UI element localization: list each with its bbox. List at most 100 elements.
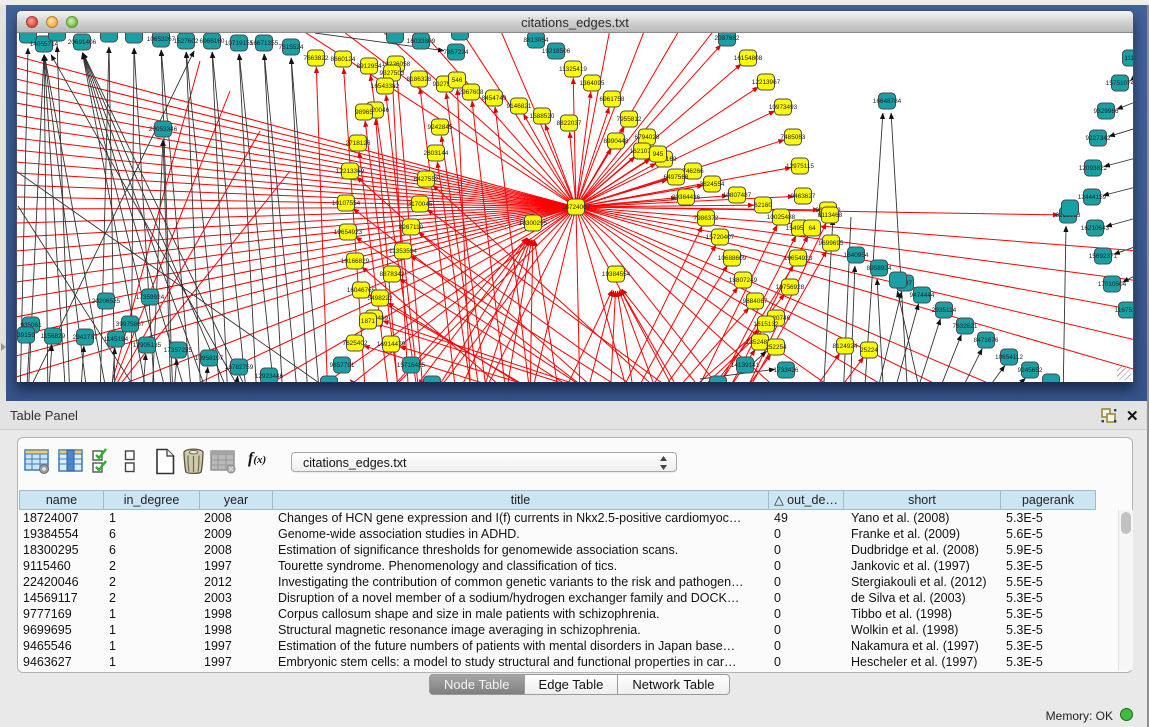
svg-text:16914479: 16914479 <box>377 341 406 348</box>
svg-text:1145194: 1145194 <box>104 336 129 343</box>
svg-text:39975867: 39975867 <box>116 321 145 328</box>
svg-text:2803144: 2803144 <box>424 150 449 157</box>
svg-text:12444159: 12444159 <box>1078 194 1107 201</box>
svg-text:1364095: 1364095 <box>580 80 605 87</box>
svg-text:3824554: 3824554 <box>700 181 725 188</box>
svg-text:20206535: 20206535 <box>92 298 121 305</box>
svg-text:252254: 252254 <box>765 344 787 351</box>
svg-text:11325419: 11325419 <box>559 66 587 73</box>
svg-text:8990448: 8990448 <box>604 138 629 145</box>
svg-text:16154808: 16154808 <box>734 55 763 62</box>
svg-text:16543382: 16543382 <box>371 83 400 90</box>
svg-text:8958924: 8958924 <box>867 265 892 272</box>
svg-text:10653267: 10653267 <box>147 36 176 43</box>
svg-text:9857791: 9857791 <box>330 362 355 369</box>
svg-text:9699695: 9699695 <box>819 240 844 247</box>
svg-text:12975115: 12975115 <box>786 163 814 170</box>
svg-text:14055714: 14055714 <box>30 41 59 48</box>
svg-text:15692371: 15692371 <box>1089 253 1118 260</box>
svg-text:7625402: 7625402 <box>343 340 368 347</box>
svg-text:19654923: 19654923 <box>784 255 813 262</box>
svg-text:19756928: 19756928 <box>776 284 805 291</box>
svg-text:9327503: 9327503 <box>380 70 405 77</box>
svg-text:16648784: 16648784 <box>873 98 902 105</box>
svg-text:9474444: 9474444 <box>910 292 935 299</box>
svg-text:9242845: 9242845 <box>428 124 453 131</box>
svg-text:15716485: 15716485 <box>397 362 426 369</box>
svg-text:7955812: 7955812 <box>617 116 642 123</box>
svg-text:18724007: 18724007 <box>562 204 591 211</box>
svg-text:1871: 1871 <box>361 318 376 325</box>
svg-text:9146821: 9146821 <box>507 103 532 110</box>
svg-text:10654112: 10654112 <box>995 354 1023 361</box>
svg-text:6497568: 6497568 <box>664 174 689 181</box>
svg-text:8124924: 8124924 <box>833 343 858 350</box>
svg-text:10807487: 10807487 <box>723 192 752 199</box>
svg-text:19166829: 19166829 <box>341 258 370 265</box>
svg-text:17359924: 17359924 <box>136 294 165 301</box>
svg-text:9884067: 9884067 <box>743 298 768 305</box>
svg-text:18300295: 18300295 <box>519 220 548 227</box>
svg-text:20691406: 20691406 <box>68 39 97 46</box>
svg-text:16210643: 16210643 <box>1081 225 1110 232</box>
svg-text:19218506: 19218506 <box>542 48 571 55</box>
svg-text:2942737: 2942737 <box>73 334 98 341</box>
svg-text:12213369: 12213369 <box>336 168 365 175</box>
svg-text:7632621: 7632621 <box>953 323 978 330</box>
svg-text:62160: 62160 <box>754 202 772 209</box>
svg-text:15720407: 15720407 <box>706 234 735 241</box>
svg-text:3170045: 3170045 <box>408 201 433 208</box>
svg-text:8454749: 8454749 <box>482 95 507 102</box>
svg-text:6966160: 6966160 <box>200 38 225 45</box>
svg-text:15751074: 15751074 <box>1106 80 1133 87</box>
svg-text:7515524: 7515524 <box>279 44 304 51</box>
svg-text:8813054: 8813054 <box>524 37 549 44</box>
svg-text:19654923: 19654923 <box>334 229 363 236</box>
svg-text:64: 64 <box>808 225 816 232</box>
svg-text:20364436: 20364436 <box>672 194 701 201</box>
svg-text:9463627: 9463627 <box>791 193 816 200</box>
svg-text:8822037: 8822037 <box>557 120 582 127</box>
svg-text:8113468: 8113468 <box>818 212 843 219</box>
svg-text:1733426: 1733426 <box>774 367 799 374</box>
svg-text:8186328: 8186328 <box>407 76 432 83</box>
svg-text:20053346: 20053346 <box>149 126 178 133</box>
svg-text:7857224: 7857224 <box>444 49 469 56</box>
svg-text:16782759: 16782759 <box>225 364 254 371</box>
svg-text:10025488: 10025488 <box>767 214 796 221</box>
svg-text:8267110: 8267110 <box>399 224 424 231</box>
svg-text:16671355: 16671355 <box>250 40 279 47</box>
svg-text:1588520: 1588520 <box>530 113 555 120</box>
svg-text:2087682: 2087682 <box>715 35 740 42</box>
svg-text:1527602: 1527602 <box>174 38 199 45</box>
svg-text:19384554: 19384554 <box>602 271 631 278</box>
svg-text:7663822: 7663822 <box>304 55 329 62</box>
svg-text:7485063: 7485063 <box>781 134 806 141</box>
svg-text:12923446: 12923446 <box>255 373 284 380</box>
svg-text:12213967: 12213967 <box>752 79 781 86</box>
svg-text:8427552: 8427552 <box>414 176 439 183</box>
svg-text:1640954: 1640954 <box>844 252 869 259</box>
svg-text:546: 546 <box>452 77 463 84</box>
svg-text:6961758: 6961758 <box>600 96 625 103</box>
svg-text:8471676: 8471676 <box>974 337 999 344</box>
svg-text:98965: 98965 <box>355 109 373 116</box>
svg-text:10958107: 10958107 <box>195 355 224 362</box>
svg-text:1615132: 1615132 <box>754 321 779 328</box>
svg-text:1167534: 1167534 <box>1115 307 1133 314</box>
svg-text:8878342: 8878342 <box>380 271 405 278</box>
svg-text:17010504: 17010504 <box>1098 281 1127 288</box>
svg-text:11353594: 11353594 <box>389 248 417 255</box>
svg-text:12093822: 12093822 <box>1079 165 1108 172</box>
svg-text:5498222: 5498222 <box>368 295 393 302</box>
svg-text:17357225: 17357225 <box>164 347 193 354</box>
svg-text:16033809: 16033809 <box>407 38 436 45</box>
svg-text:8912954: 8912954 <box>357 63 382 70</box>
svg-text:6794028: 6794028 <box>635 134 660 141</box>
svg-text:25224: 25224 <box>860 347 878 354</box>
svg-text:9245652: 9245652 <box>1018 367 1043 374</box>
svg-text:7986372: 7986372 <box>694 215 719 222</box>
svg-text:2967608: 2967608 <box>459 89 484 96</box>
svg-text:39159: 39159 <box>17 332 35 339</box>
svg-text:14139141: 14139141 <box>731 362 760 369</box>
